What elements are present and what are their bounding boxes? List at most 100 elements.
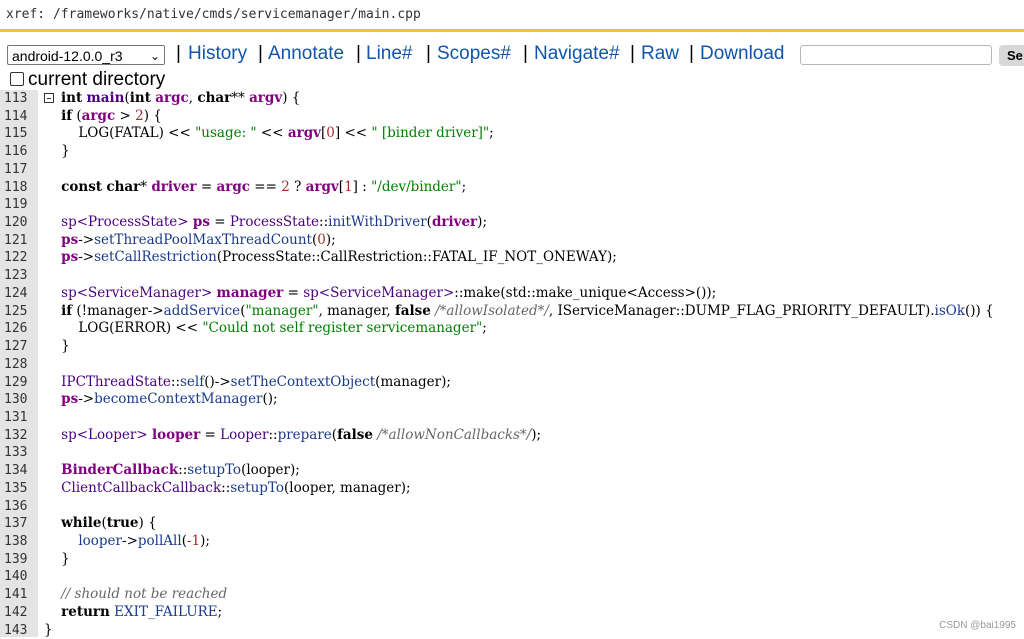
line-number[interactable]: 136 <box>4 498 34 516</box>
code-line: 132 sp<Looper> looper = Looper::prepare(… <box>0 427 1024 445</box>
line-number[interactable]: 120 <box>4 214 34 232</box>
line-number[interactable]: 139 <box>4 551 34 569</box>
nav-separator: | <box>689 43 694 64</box>
line-number[interactable]: 131 <box>4 409 34 427</box>
line-number[interactable]: 122 <box>4 249 34 267</box>
nav-separator: | <box>426 43 431 64</box>
nav-line[interactable]: Line# <box>366 42 413 66</box>
line-number[interactable]: 135 <box>4 480 34 498</box>
search-button[interactable]: Se <box>999 45 1024 66</box>
branch-select-label: android-12.0.0_r3 <box>12 48 123 64</box>
line-number[interactable]: 130 <box>4 391 34 409</box>
line-number[interactable]: 115 <box>4 125 34 143</box>
fold-toggle-icon[interactable] <box>44 93 54 103</box>
code-line: 124 sp<ServiceManager> manager = sp<Serv… <box>0 285 1024 303</box>
code-text: ps->becomeContextManager(); <box>61 391 278 408</box>
nav-raw[interactable]: Raw <box>641 42 679 66</box>
line-number[interactable]: 123 <box>4 267 34 285</box>
code-line: 121 ps->setThreadPoolMaxThreadCount(0); <box>0 232 1024 250</box>
code-line: 134 BinderCallback::setupTo(looper); <box>0 462 1024 480</box>
code-text: ps->setCallRestriction(ProcessState::Cal… <box>61 249 617 266</box>
line-number[interactable]: 137 <box>4 515 34 533</box>
code-text: LOG(FATAL) << "usage: " << argv[0] << " … <box>44 125 494 142</box>
line-number[interactable]: 118 <box>4 179 34 197</box>
code-text: LOG(ERROR) << "Could not self register s… <box>44 320 487 337</box>
nav-separator: | <box>356 43 361 64</box>
line-number[interactable]: 114 <box>4 108 34 126</box>
code-text: return EXIT_FAILURE; <box>61 603 223 620</box>
code-text: IPCThreadState::self()->setTheContextObj… <box>61 373 451 390</box>
code-text: const char* driver = argc == 2 ? argv[1]… <box>61 178 467 195</box>
current-directory-checkbox[interactable] <box>10 72 24 86</box>
code-text: // should not be reached <box>61 586 228 603</box>
line-number[interactable]: 132 <box>4 427 34 445</box>
code-line: 131 <box>0 409 1024 427</box>
code-line: 143} <box>0 622 1024 639</box>
nav-separator: | <box>258 43 263 64</box>
code-line: 113 int main(int argc, char** argv) { <box>0 90 1024 108</box>
line-number[interactable]: 119 <box>4 196 34 214</box>
line-number[interactable]: 138 <box>4 533 34 551</box>
code-line: 115 LOG(FATAL) << "usage: " << argv[0] <… <box>0 125 1024 143</box>
nav-history[interactable]: History <box>188 42 247 66</box>
code-line: 114 if (argc > 2) { <box>0 108 1024 126</box>
code-text: sp<ProcessState> ps = ProcessState::init… <box>61 214 487 231</box>
code-text: while(true) { <box>61 515 157 532</box>
line-number[interactable]: 113 <box>4 90 34 108</box>
nav-separator: | <box>176 43 181 64</box>
code-line: 127 } <box>0 338 1024 356</box>
branch-select[interactable]: android-12.0.0_r3 ⌄ <box>7 45 165 65</box>
source-code: 113 int main(int argc, char** argv) { 114 … <box>0 90 1024 639</box>
line-number[interactable]: 127 <box>4 338 34 356</box>
code-line: 122 ps->setCallRestriction(ProcessState:… <box>0 249 1024 267</box>
line-number[interactable]: 117 <box>4 161 34 179</box>
line-number[interactable]: 143 <box>4 622 34 639</box>
code-text: sp<Looper> looper = Looper::prepare(fals… <box>61 426 542 443</box>
code-text: if (argc > 2) { <box>61 107 162 124</box>
search-input[interactable] <box>800 45 992 65</box>
chevron-down-icon: ⌄ <box>149 49 160 63</box>
line-number[interactable]: 125 <box>4 303 34 321</box>
code-line: 142 return EXIT_FAILURE; <box>0 604 1024 622</box>
nav-separator: | <box>630 43 635 64</box>
code-line: 136 <box>0 498 1024 516</box>
current-directory-option[interactable]: current directory <box>10 69 165 91</box>
code-text: int main(int argc, char** argv) { <box>61 90 301 106</box>
code-text: } <box>44 143 70 160</box>
code-text: sp<ServiceManager> manager = sp<ServiceM… <box>61 284 717 301</box>
code-text: BinderCallback::setupTo(looper); <box>61 462 300 479</box>
code-text: } <box>44 338 70 355</box>
code-line: 128 <box>0 356 1024 374</box>
code-line: 137 while(true) { <box>0 515 1024 533</box>
line-number[interactable]: 142 <box>4 604 34 622</box>
code-line: 120 sp<ProcessState> ps = ProcessState::… <box>0 214 1024 232</box>
line-number[interactable]: 140 <box>4 568 34 586</box>
code-line: 139 } <box>0 551 1024 569</box>
code-text: if (!manager->addService("manager", mana… <box>61 302 994 319</box>
line-number[interactable]: 141 <box>4 586 34 604</box>
code-line: 118 const char* driver = argc == 2 ? arg… <box>0 179 1024 197</box>
code-text: ps->setThreadPoolMaxThreadCount(0); <box>61 231 336 248</box>
nav-navigate[interactable]: Navigate# <box>534 42 620 66</box>
code-line: 140 <box>0 568 1024 586</box>
line-number[interactable]: 121 <box>4 232 34 250</box>
line-number[interactable]: 133 <box>4 444 34 462</box>
line-number[interactable]: 126 <box>4 320 34 338</box>
code-line: 133 <box>0 444 1024 462</box>
code-line: 123 <box>0 267 1024 285</box>
line-number[interactable]: 116 <box>4 143 34 161</box>
code-text: } <box>44 621 53 638</box>
nav-scopes[interactable]: Scopes# <box>437 42 511 66</box>
code-line: 130 ps->becomeContextManager(); <box>0 391 1024 409</box>
code-line: 125 if (!manager->addService("manager", … <box>0 303 1024 321</box>
code-line: 117 <box>0 161 1024 179</box>
line-number[interactable]: 128 <box>4 356 34 374</box>
nav-download[interactable]: Download <box>700 42 785 66</box>
line-number[interactable]: 134 <box>4 462 34 480</box>
code-line: 119 <box>0 196 1024 214</box>
line-number[interactable]: 124 <box>4 285 34 303</box>
nav-annotate[interactable]: Annotate <box>268 42 344 66</box>
line-number[interactable]: 129 <box>4 374 34 392</box>
code-line: 138 looper->pollAll(-1); <box>0 533 1024 551</box>
xref-path: xref: /frameworks/native/cmds/serviceman… <box>0 0 1024 32</box>
